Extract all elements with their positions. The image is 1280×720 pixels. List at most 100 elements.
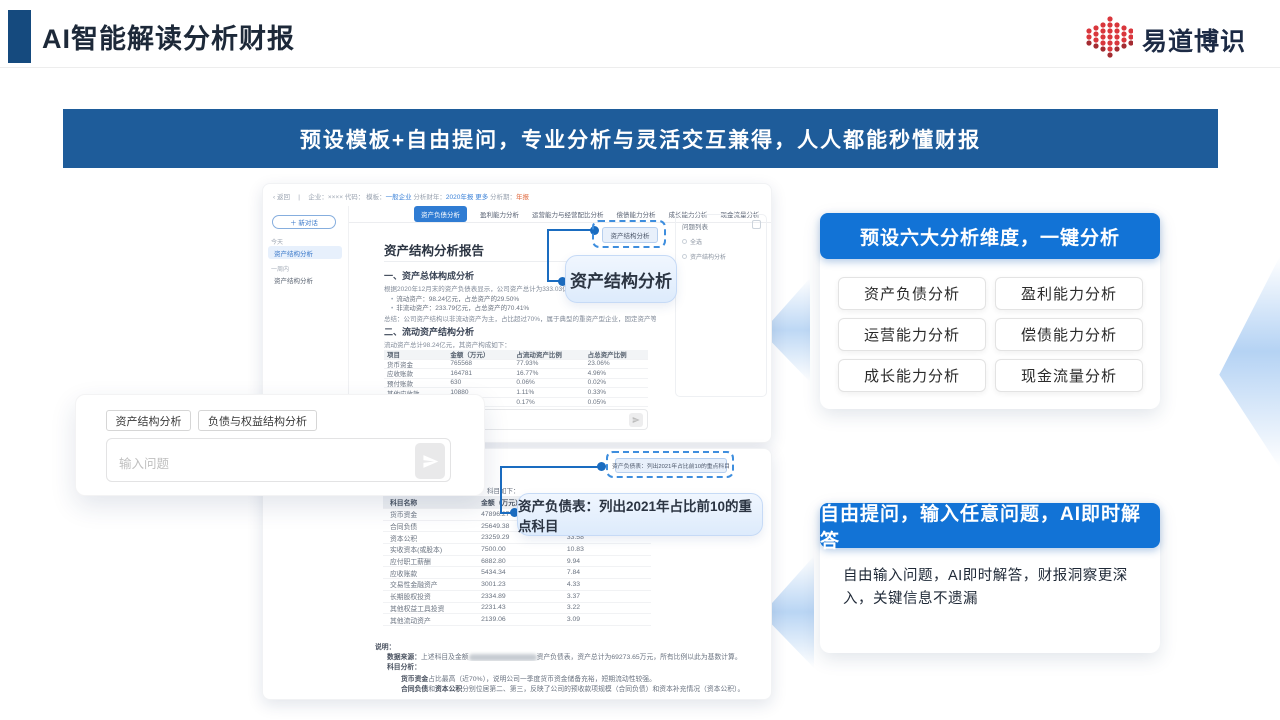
table-cell: 3.22 <box>560 604 651 611</box>
send-button[interactable] <box>415 443 445 479</box>
collapse-icon[interactable] <box>752 220 761 229</box>
connector-line <box>547 229 549 282</box>
radio-icon[interactable] <box>682 254 687 259</box>
table-cell: 9.94 <box>560 558 651 565</box>
table-cell: 2139.06 <box>474 616 560 623</box>
free-question-panel: 自由提问，输入任意问题，AI即时解答 自由输入问题，AI即时解答，财报洞察更深入… <box>820 503 1160 653</box>
dimension-button-balance[interactable]: 资产负债分析 <box>838 277 986 310</box>
table-cell: 0.17% <box>513 399 584 406</box>
table-cell: 765568 <box>447 360 513 367</box>
decor-wedge <box>1214 256 1280 468</box>
table-cell: 应收账款 <box>384 368 447 378</box>
table-cell: 2334.89 <box>474 593 560 600</box>
table-row: 应付职工薪酬6882.809.94 <box>383 556 651 568</box>
connector-line <box>500 466 604 468</box>
table-row: 实收资本(或股本)7500.0010.83 <box>383 544 651 556</box>
table-cell: 630 <box>447 379 513 386</box>
table-header-cell: 金额（万元） <box>447 349 513 359</box>
question-item[interactable]: 资产结构分析 <box>682 252 726 261</box>
table-header-cell: 占流动资产比例 <box>513 349 584 359</box>
title-accent-square <box>8 10 31 63</box>
paragraph: 总结：公司资产结构以非流动资产为主，占比超过70%，属于典型的重资产型企业，固定… <box>384 313 656 323</box>
table-row: 交易性金融资产3001.234.33 <box>383 579 651 591</box>
input-placeholder: 输入问题 <box>119 453 169 472</box>
question-tag[interactable]: 资产负债表：列出2021年占比前10的重点科目 <box>615 458 727 473</box>
table-cell: 0.33% <box>585 389 648 396</box>
connector-dot <box>597 462 606 471</box>
table-cell: 3.37 <box>560 593 651 600</box>
tab-operation[interactable]: 运营能力与经营配比分析 <box>532 209 604 219</box>
table-cell: 其他权益工具投资 <box>383 603 474 613</box>
back-link[interactable]: ‹ 返回 <box>273 194 290 201</box>
table-cell: 资本公积 <box>383 533 474 543</box>
panel-header: 预设六大分析维度，一键分析 <box>820 213 1160 259</box>
dimension-button-cashflow[interactable]: 现金流量分析 <box>995 359 1143 392</box>
report-title: 资产结构分析报告 <box>384 240 484 259</box>
table-cell: 其他流动资产 <box>383 615 474 625</box>
question-list-title: 问题列表 <box>682 221 708 231</box>
notes-label: 说明： <box>375 641 395 651</box>
table-cell: 货币资金 <box>384 359 447 369</box>
table-cell: 4.33 <box>560 581 651 588</box>
sidebar-group-label: 今天 <box>271 237 283 246</box>
table-cell: 23.06% <box>585 360 648 367</box>
new-chat-button[interactable]: ＋ 新对话 <box>272 215 336 229</box>
tab-balance-sheet[interactable]: 资产负债分析 <box>414 206 467 222</box>
callout-dashed-box: 资产结构分析 <box>592 220 666 248</box>
table-row: 其他权益工具投资2231.433.22 <box>383 603 651 615</box>
analysis-label: 科目分析： <box>387 661 421 671</box>
dimension-button-growth[interactable]: 成长能力分析 <box>838 359 986 392</box>
dimension-button-profit[interactable]: 盈利能力分析 <box>995 277 1143 310</box>
preset-tag-liability-equity[interactable]: 负债与权益结构分析 <box>198 410 317 431</box>
table-cell: 合同负债 <box>383 521 474 531</box>
radio-icon[interactable] <box>682 239 687 244</box>
paragraph: 流动资产总计98.24亿元，其资产构成如下： <box>384 339 656 349</box>
connector-line <box>500 466 502 514</box>
dimension-button-operation[interactable]: 运营能力分析 <box>838 318 986 351</box>
table-cell: 3001.23 <box>474 581 560 588</box>
question-item[interactable]: 全选 <box>682 237 702 246</box>
table-cell: 应收账款 <box>383 568 474 578</box>
table-cell: 1.11% <box>513 389 584 396</box>
sidebar-item-report[interactable]: 资产结构分析 <box>268 273 342 286</box>
table-cell: 3.09 <box>560 616 651 623</box>
preset-tag-asset-structure[interactable]: 资产结构分析 <box>106 410 191 431</box>
data-source-note: 数据来源：上述科目及金额资产负债表，资产总计为69273.65万元，所有比例以此… <box>387 651 772 661</box>
table-header-cell: 项目 <box>384 349 447 359</box>
callout-dashed-box: 资产负债表：列出2021年占比前10的重点科目 <box>606 451 734 478</box>
dimension-button-solvency[interactable]: 偿债能力分析 <box>995 318 1143 351</box>
table-cell: 0.02% <box>585 379 648 386</box>
table-cell: 5434.34 <box>474 569 560 576</box>
logo-dots-icon <box>1085 16 1133 63</box>
bullet-item: 非流动资产：233.79亿元，占总资产的70.41% <box>391 302 529 312</box>
send-button[interactable] <box>629 413 643 427</box>
table-cell: 4.96% <box>585 370 648 377</box>
sidebar-group-label: 一周内 <box>271 264 289 273</box>
analysis-point: 货币资金占比最高（近70%），说明公司一季度货币资金储备充裕，短期流动性较强。 <box>401 673 772 683</box>
analysis-point: 合同负债和资本公积分别位居第二、第三，反映了公司的预收款项规模（合同负债）和资本… <box>401 683 772 693</box>
table-cell: 77.93% <box>513 360 584 367</box>
page-header: AI智能解读分析财报 易道博识 <box>0 0 1280 68</box>
table-cell: 0.05% <box>585 399 648 406</box>
sidebar-item-report[interactable]: 资产结构分析 <box>268 246 342 259</box>
table-cell: 6882.80 <box>474 558 560 565</box>
table-header-cell: 科目名称 <box>383 497 474 507</box>
table-cell: 货币资金 <box>383 509 474 519</box>
question-list-panel: 问题列表 全选 资产结构分析 <box>675 214 767 397</box>
tab-profitability[interactable]: 盈利能力分析 <box>480 209 519 219</box>
question-input[interactable]: 输入问题 <box>106 438 451 482</box>
table-cell: 0.06% <box>513 379 584 386</box>
panel-body-text: 自由输入问题，AI即时解答，财报洞察更深入，关键信息不遗漏 <box>843 565 1155 611</box>
question-tag[interactable]: 资产结构分析 <box>602 227 658 243</box>
headline-banner: 预设模板+自由提问，专业分析与灵活交互兼得，人人都能秒懂财报 <box>63 109 1218 168</box>
table-cell: 交易性金融资产 <box>383 579 474 589</box>
table-row: 长期股权投资2334.893.37 <box>383 591 651 603</box>
table-header-cell: 占总资产比例 <box>585 349 648 359</box>
tab-solvency[interactable]: 偿债能力分析 <box>617 209 656 219</box>
section-heading: 二、流动资产结构分析 <box>384 325 474 338</box>
table-cell: 实收资本(或股本) <box>383 544 474 554</box>
table-cell: 7500.00 <box>474 546 560 553</box>
table-cell: 7.84 <box>560 569 651 576</box>
table-row: 应收账款5434.347.84 <box>383 567 651 579</box>
breadcrumb: ‹ 返回 | 企业：×××× 代码： 模板：一般企业 分析财年：2020年报 更… <box>273 191 529 201</box>
